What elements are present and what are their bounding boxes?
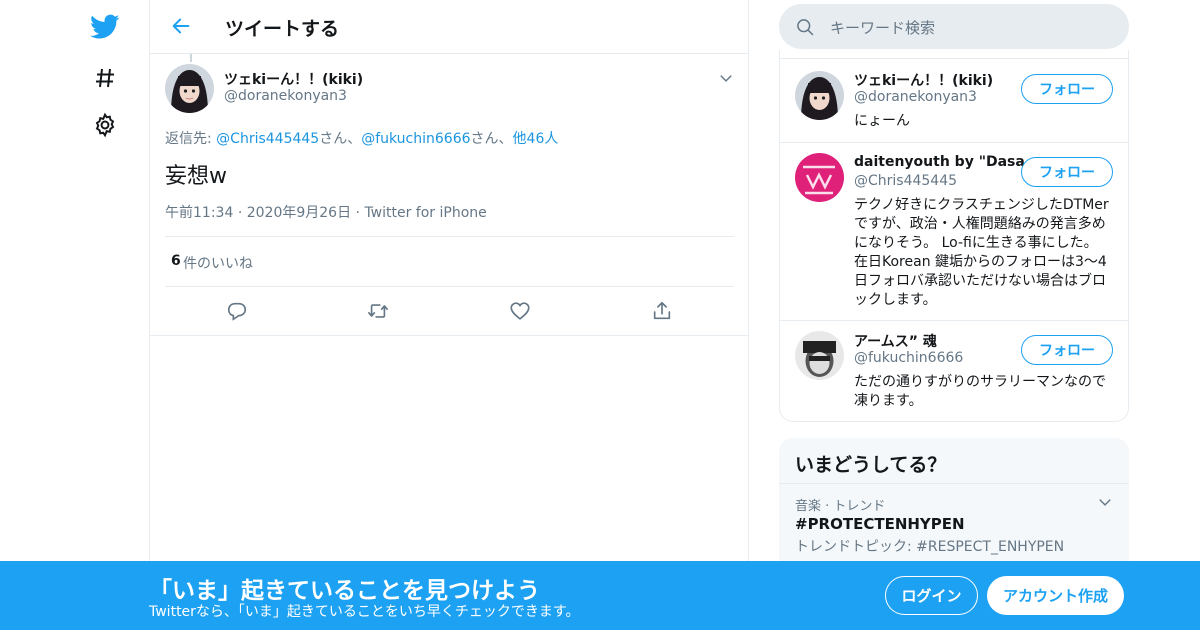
search-input[interactable]: キーワード検索 [830, 17, 935, 38]
reply-others-link[interactable]: 他46人 [513, 131, 559, 147]
meta-dot: · [355, 205, 360, 221]
likes-label[interactable]: 件のいいね [183, 253, 253, 273]
tweet-time[interactable]: 午前11:34 [165, 205, 233, 221]
reply-to-prefix: 返信先: [165, 131, 217, 147]
reply-separator: さん、 [470, 131, 513, 147]
follow-user-handle[interactable]: @fukuchin6666 [854, 350, 963, 366]
avatar[interactable] [795, 153, 844, 202]
follow-user-handle[interactable]: @Chris445445 [854, 173, 957, 189]
banner-subtitle: Twitterなら、「いま」起きていることをいち早くチェックできます。 [149, 604, 580, 620]
likes-count[interactable]: 6 [171, 253, 181, 269]
share-icon[interactable] [649, 298, 675, 324]
trend-meta: 音楽 · トレンド [795, 499, 886, 514]
like-icon[interactable] [507, 298, 533, 324]
reply-to-line: 返信先: @Chris445445さん、@fukuchin6666さん、他46人 [165, 128, 558, 148]
signup-banner: 「いま」起きていることを見つけよう Twitterなら、「いま」起きていることを… [0, 561, 1200, 630]
signup-button[interactable]: アカウント作成 [987, 576, 1124, 615]
tweet-meta: 午前11:34 · 2020年9月26日 · Twitter for iPhon… [165, 202, 487, 222]
trend-subtitle: トレンドトピック: #RESPECT_ENHYPEN [795, 539, 1065, 555]
reply-user-link[interactable]: @Chris445445 [216, 131, 319, 147]
thread-line [190, 54, 192, 62]
follow-user-bio: にょーん [854, 113, 910, 129]
gear-icon[interactable] [88, 108, 122, 142]
reply-icon[interactable] [224, 298, 250, 324]
follow-button[interactable]: フォロー [1021, 157, 1113, 187]
follow-user-bio: テクノ好きにクラスチェンジしたDTMerですが、政治・人権問題絡みの発言多めにな… [854, 197, 1109, 308]
tweet-text: 妄想w [165, 164, 227, 189]
search-box[interactable]: キーワード検索 [779, 4, 1129, 49]
reply-user-link[interactable]: @fukuchin6666 [361, 131, 470, 147]
avatar[interactable] [795, 71, 844, 120]
left-nav [0, 0, 150, 630]
banner-title: 「いま」起きていることを見つけよう [149, 578, 540, 604]
tweet-source[interactable]: Twitter for iPhone [364, 205, 486, 221]
back-arrow-icon[interactable] [168, 13, 194, 39]
login-button[interactable]: ログイン [885, 576, 978, 615]
follow-suggestions: ツェkiーん！！(kiki) @doranekonyan3 にょーん フォロー … [779, 50, 1129, 422]
follow-item: アームス” 魂 @fukuchin6666 ただの通りすがりのサラリーマンなので… [780, 320, 1128, 421]
chevron-down-icon[interactable] [1095, 492, 1115, 512]
follow-button[interactable]: フォロー [1021, 335, 1113, 365]
retweet-icon[interactable] [365, 298, 391, 324]
trend-hashtag[interactable]: #PROTECTENHYPEN [795, 515, 965, 533]
follow-item: ツェkiーん！！(kiki) @doranekonyan3 にょーん フォロー [780, 58, 1128, 143]
reply-separator: さん、 [319, 131, 362, 147]
tweet-date[interactable]: 2020年9月26日 [247, 205, 351, 221]
meta-dot: · [237, 205, 243, 221]
follow-user-bio: ただの通りすがりのサラリーマンなので凍ります。 [854, 374, 1106, 409]
follow-user-name[interactable]: ツェkiーん！！(kiki) [854, 70, 993, 90]
follow-user-handle[interactable]: @doranekonyan3 [854, 89, 977, 105]
divider [779, 483, 1129, 484]
tweet-author-name[interactable]: ツェkiーん！！(kiki) [224, 69, 363, 89]
avatar[interactable] [795, 331, 844, 380]
main-header: ツイートする [150, 0, 749, 54]
chevron-down-icon[interactable] [716, 68, 736, 88]
divider [150, 335, 749, 336]
follow-user-name[interactable]: アームス” 魂 [854, 331, 937, 351]
trends-panel: いまどうしてる？ 音楽 · トレンド #PROTECTENHYPEN トレンドト… [779, 438, 1129, 578]
page-title: ツイートする [225, 18, 340, 40]
follow-button[interactable]: フォロー [1021, 74, 1113, 104]
tweet-author-handle[interactable]: @doranekonyan3 [224, 88, 347, 104]
hashtag-icon[interactable] [88, 61, 122, 95]
trends-title: いまどうしてる？ [795, 454, 947, 476]
tweet-author-avatar[interactable] [165, 64, 214, 113]
twitter-bird-icon[interactable] [88, 10, 122, 44]
follow-item: daitenyouth by "Dasa... @Chris445445 テクノ… [780, 142, 1128, 321]
follow-user-name[interactable]: daitenyouth by "Dasa... [854, 154, 1041, 170]
stats-row: 6 件のいいね [165, 236, 734, 287]
main-column: ツイートする ツェkiーん！！(kiki) @doranekonyan3 返信先… [149, 0, 749, 630]
search-icon [795, 17, 815, 37]
